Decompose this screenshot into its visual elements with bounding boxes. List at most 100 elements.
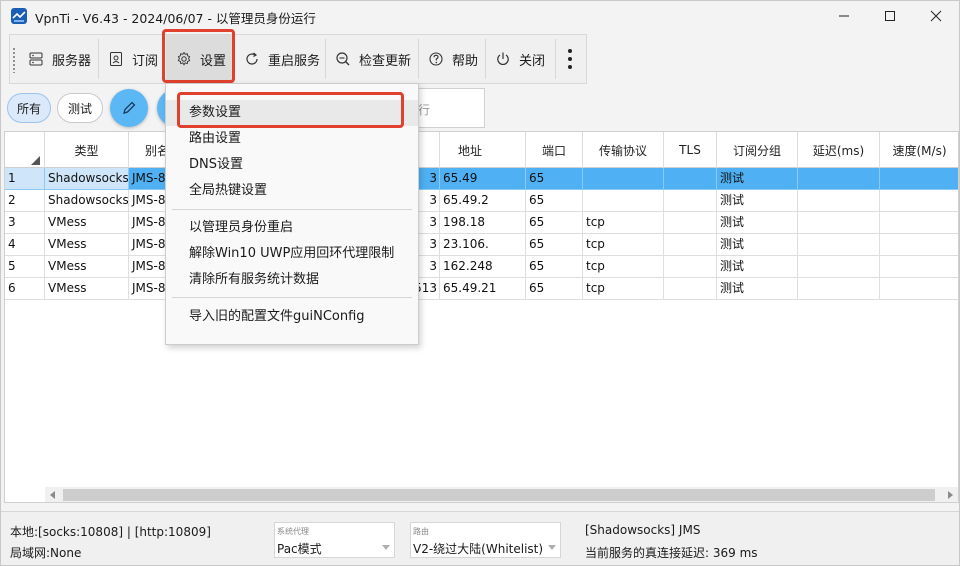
header-subgroup[interactable]: 订阅分组 bbox=[717, 132, 798, 168]
table-row[interactable]: 1 Shadowsocks JMS-8 3 65.49 65 测试 bbox=[5, 168, 958, 190]
cell-group: 测试 bbox=[717, 278, 798, 300]
vpn-app-icon bbox=[11, 8, 27, 24]
scroll-right-icon[interactable] bbox=[948, 491, 953, 499]
grid-header: 类型 别名 地址 端口 传输协议 TLS 订阅分组 延迟(ms) 速度(M/s) bbox=[5, 132, 958, 168]
cell-type: VMess bbox=[45, 278, 129, 300]
toolbar-close-button[interactable]: 关闭 bbox=[485, 35, 551, 83]
cell-port: 65 bbox=[526, 212, 583, 234]
subscription-icon bbox=[108, 51, 124, 67]
cell-num: 2 bbox=[5, 190, 45, 212]
cell-net: tcp bbox=[583, 278, 664, 300]
update-icon bbox=[335, 51, 351, 67]
cell-group: 测试 bbox=[717, 256, 798, 278]
toolbar-subscription-button[interactable]: 订阅 bbox=[98, 35, 164, 83]
cell-speed bbox=[880, 256, 958, 278]
lan-status: 局域网:None bbox=[10, 546, 82, 560]
cell-addr: 65.49.21 bbox=[440, 278, 526, 300]
system-proxy-select[interactable]: 系统代理 Pac模式 bbox=[274, 522, 395, 558]
header-tls[interactable]: TLS bbox=[664, 132, 717, 168]
cell-type: VMess bbox=[45, 212, 129, 234]
table-row[interactable]: 2 Shadowsocks JMS-8 3 65.49.2 65 测试 bbox=[5, 190, 958, 212]
toolbar-restart-button[interactable]: 重启服务 bbox=[234, 35, 324, 83]
edit-group-button[interactable] bbox=[110, 89, 148, 127]
cell-type: Shadowsocks bbox=[45, 190, 129, 212]
toolbar-help-button[interactable]: 帮助 bbox=[418, 35, 484, 83]
horizontal-scrollbar[interactable] bbox=[45, 487, 958, 502]
minimize-button[interactable] bbox=[821, 1, 867, 31]
table-row[interactable]: 6 VMess JMS-8 513 65.49.21 65 tcp 测试 bbox=[5, 278, 958, 300]
more-vertical-icon[interactable] bbox=[568, 49, 572, 69]
cell-latency bbox=[798, 168, 880, 190]
filter-all-chip[interactable]: 所有 bbox=[7, 93, 51, 123]
cell-port: 65 bbox=[526, 168, 583, 190]
cell-net bbox=[583, 168, 664, 190]
cell-num: 1 bbox=[5, 168, 45, 190]
pencil-icon bbox=[123, 101, 136, 114]
table-row[interactable]: 3 VMess JMS-8 3 198.18 65 tcp 测试 bbox=[5, 212, 958, 234]
cell-addr: 23.106. bbox=[440, 234, 526, 256]
app-window: VpnTi - V6.43 - 2024/06/07 - 以管理员身份运行 服务… bbox=[0, 0, 960, 566]
cell-num: 5 bbox=[5, 256, 45, 278]
routing-select[interactable]: 路由 V2-绕过大陆(Whitelist) bbox=[410, 522, 561, 558]
header-address[interactable]: 地址 bbox=[440, 132, 526, 168]
local-port-status: 本地:[socks:10808] | [http:10809] bbox=[10, 525, 211, 539]
power-icon bbox=[495, 51, 511, 67]
cell-num: 3 bbox=[5, 212, 45, 234]
header-latency[interactable]: 延迟(ms) bbox=[798, 132, 880, 168]
close-icon bbox=[930, 10, 942, 22]
cell-speed bbox=[880, 212, 958, 234]
header-speed[interactable]: 速度(M/s) bbox=[880, 132, 958, 168]
menu-item-hotkey-settings[interactable]: 全局热键设置 bbox=[166, 178, 418, 204]
toolbar-servers-label: 服务器 bbox=[52, 53, 92, 69]
cell-group: 测试 bbox=[717, 190, 798, 212]
menu-item-import-config[interactable]: 导入旧的配置文件guiNConfig bbox=[166, 304, 418, 330]
routing-caption: 路由 bbox=[413, 527, 429, 536]
status-bar: 本地:[socks:10808] | [http:10809] 局域网:None… bbox=[1, 511, 959, 565]
toolbar-grip[interactable] bbox=[13, 47, 15, 73]
cell-speed bbox=[880, 190, 958, 212]
system-proxy-value: Pac模式 bbox=[277, 542, 322, 556]
cell-port: 65 bbox=[526, 278, 583, 300]
menu-item-routing-settings[interactable]: 路由设置 bbox=[166, 126, 418, 152]
cell-tls bbox=[664, 190, 717, 212]
system-proxy-caption: 系统代理 bbox=[277, 527, 309, 536]
main-toolbar: 服务器 订阅 设置 重启服务 检查更新 帮助 关闭 bbox=[9, 34, 587, 84]
table-row[interactable]: 5 VMess JMS-8 3 162.248 65 tcp 测试 bbox=[5, 256, 958, 278]
menu-item-restart-admin[interactable]: 以管理员身份重启 bbox=[166, 215, 418, 241]
server-icon bbox=[28, 51, 44, 67]
cell-net: tcp bbox=[583, 234, 664, 256]
table-row[interactable]: 4 VMess JMS-8 3 23.106. 65 tcp 测试 bbox=[5, 234, 958, 256]
toolbar-restart-label: 重启服务 bbox=[268, 53, 321, 69]
window-title: VpnTi - V6.43 - 2024/06/07 - 以管理员身份运行 bbox=[35, 11, 316, 26]
toolbar-update-button[interactable]: 检查更新 bbox=[325, 35, 417, 83]
header-corner[interactable] bbox=[5, 132, 45, 168]
cell-net: tcp bbox=[583, 256, 664, 278]
toolbar-update-label: 检查更新 bbox=[359, 53, 412, 69]
scroll-left-icon[interactable] bbox=[50, 491, 55, 499]
cell-net: tcp bbox=[583, 212, 664, 234]
cell-type: VMess bbox=[45, 256, 129, 278]
maximize-button[interactable] bbox=[867, 1, 913, 31]
cell-tls bbox=[664, 278, 717, 300]
menu-item-clear-stats[interactable]: 清除所有服务统计数据 bbox=[166, 267, 418, 293]
cell-tls bbox=[664, 256, 717, 278]
cell-latency bbox=[798, 190, 880, 212]
routing-value: V2-绕过大陆(Whitelist) bbox=[413, 542, 544, 556]
menu-item-dns-settings[interactable]: DNS设置 bbox=[166, 152, 418, 178]
scrollbar-thumb[interactable] bbox=[63, 489, 935, 501]
cell-group: 测试 bbox=[717, 234, 798, 256]
toolbar-servers-button[interactable]: 服务器 bbox=[18, 35, 98, 83]
header-port[interactable]: 端口 bbox=[526, 132, 583, 168]
header-type[interactable]: 类型 bbox=[45, 132, 129, 168]
cell-latency bbox=[798, 212, 880, 234]
cell-latency bbox=[798, 234, 880, 256]
cell-port: 65 bbox=[526, 256, 583, 278]
filter-test-chip[interactable]: 测试 bbox=[57, 93, 103, 123]
minimize-icon bbox=[839, 15, 849, 17]
menu-item-uwp-loopback[interactable]: 解除Win10 UWP应用回环代理限制 bbox=[166, 241, 418, 267]
header-network[interactable]: 传输协议 bbox=[583, 132, 664, 168]
menu-separator bbox=[172, 209, 412, 210]
cell-net bbox=[583, 190, 664, 212]
close-window-button[interactable] bbox=[913, 1, 959, 31]
title-bar: VpnTi - V6.43 - 2024/06/07 - 以管理员身份运行 bbox=[1, 1, 959, 31]
